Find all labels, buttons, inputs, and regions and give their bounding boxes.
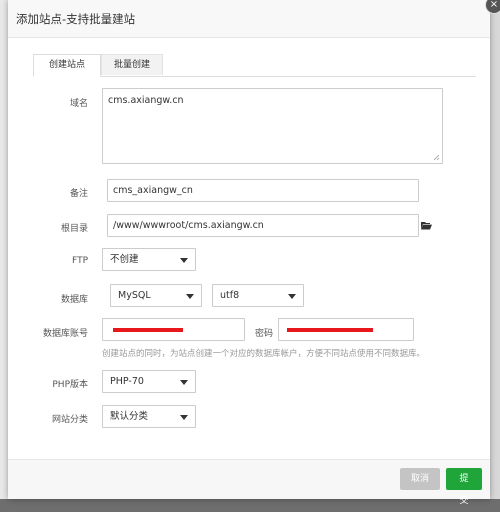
background-left-edge — [0, 0, 8, 499]
resize-handle-icon[interactable] — [433, 154, 440, 161]
add-site-dialog: 添加站点-支持批量建站 创建站点 批量创建 域名 cms.axiangw.cn … — [8, 0, 490, 506]
dialog-title: 添加站点-支持批量建站 — [8, 0, 490, 38]
ftp-select[interactable]: 不创建 — [102, 248, 196, 271]
db-password-label: 密码 — [254, 329, 273, 339]
close-icon[interactable]: × — [485, 0, 500, 14]
ftp-selected: 不创建 — [110, 254, 139, 265]
domain-textarea[interactable]: cms.axiangw.cn — [102, 88, 443, 164]
db-hint-text: 创建站点的同时，为站点创建一个对应的数据库帐户，方便不同站点使用不同数据库。 — [102, 349, 426, 359]
remark-label: 备注 — [69, 189, 88, 199]
folder-open-icon[interactable] — [421, 221, 432, 230]
site-category-selected: 默认分类 — [110, 411, 149, 422]
php-version-selected: PHP-70 — [110, 376, 144, 387]
database-charset-selected: utf8 — [220, 290, 240, 301]
chevron-down-icon — [186, 294, 194, 299]
root-dir-label: 根目录 — [60, 224, 88, 234]
remark-value: cms_axiangw_cn — [113, 185, 193, 196]
db-account-label: 数据库账号 — [42, 329, 88, 339]
chevron-down-icon — [288, 294, 296, 299]
background-right-edge — [490, 0, 500, 499]
php-version-select[interactable]: PHP-70 — [102, 370, 196, 393]
database-type-selected: MySQL — [118, 290, 151, 301]
domain-value: cms.axiangw.cn — [108, 95, 184, 106]
tab-create-site[interactable]: 创建站点 — [33, 54, 101, 77]
tab-bar: 创建站点 批量创建 — [33, 54, 476, 77]
root-dir-input[interactable]: /www/wwwroot/cms.axiangw.cn — [107, 214, 419, 237]
dialog-footer: 取消 提交 — [8, 459, 490, 506]
database-label: 数据库 — [60, 295, 88, 305]
redaction-mark — [287, 328, 373, 332]
submit-button[interactable]: 提交 — [446, 468, 482, 506]
ftp-label: FTP — [72, 256, 88, 266]
chevron-down-icon — [180, 258, 188, 263]
cancel-button[interactable]: 取消 — [400, 468, 440, 490]
db-password-input[interactable] — [278, 318, 414, 341]
php-version-label: PHP版本 — [52, 380, 88, 390]
remark-input[interactable]: cms_axiangw_cn — [107, 179, 419, 202]
site-category-select[interactable]: 默认分类 — [102, 405, 196, 428]
domain-label: 域名 — [69, 99, 88, 109]
chevron-down-icon — [180, 380, 188, 385]
tab-batch-create[interactable]: 批量创建 — [101, 54, 163, 75]
database-charset-select[interactable]: utf8 — [212, 284, 304, 307]
redaction-mark — [113, 328, 183, 332]
site-category-label: 网站分类 — [51, 415, 88, 425]
chevron-down-icon — [180, 415, 188, 420]
database-type-select[interactable]: MySQL — [110, 284, 202, 307]
root-dir-value: /www/wwwroot/cms.axiangw.cn — [113, 220, 264, 231]
